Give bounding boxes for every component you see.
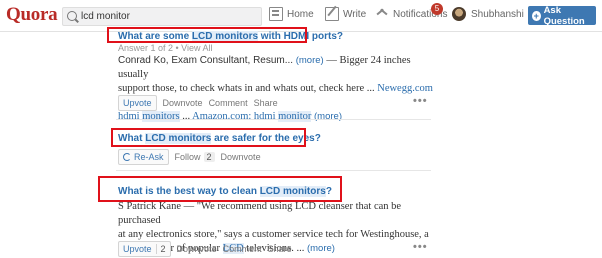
annotation-box bbox=[107, 27, 307, 43]
nav-home-label: Home bbox=[287, 8, 314, 20]
external-link[interactable]: Amazon.com: hdmi bbox=[192, 111, 278, 122]
overflow-menu-icon[interactable]: ••• bbox=[413, 241, 428, 253]
answer-text: at any electronics store," says a custom… bbox=[118, 229, 429, 240]
reask-button[interactable]: Re-Ask bbox=[118, 149, 169, 165]
reask-label: Re-Ask bbox=[134, 152, 164, 162]
upvote-button[interactable]: Upvote bbox=[118, 95, 157, 111]
downvote-button[interactable]: Downvote bbox=[177, 244, 217, 254]
answer-author[interactable]: Conrad Ko, Exam Consultant, Resum... bbox=[118, 55, 293, 66]
answer-meta[interactable]: Answer 1 of 2 • View All bbox=[118, 43, 213, 53]
notifications-icon bbox=[375, 7, 389, 21]
follow-count: 2 bbox=[203, 152, 215, 162]
share-button[interactable]: Share bbox=[268, 244, 292, 254]
answer-snippet: Conrad Ko, Exam Consultant, Resum... (mo… bbox=[118, 54, 438, 124]
avatar bbox=[452, 7, 466, 21]
upvote-label: Upvote bbox=[123, 244, 152, 254]
upvote-button[interactable]: Upvote 2 bbox=[118, 241, 171, 257]
search-highlight: monitors bbox=[142, 111, 180, 122]
question-actions: Re-Ask Follow 2 Downvote bbox=[118, 149, 267, 165]
user-name: Shubhanshi bbox=[471, 8, 524, 20]
divider bbox=[116, 170, 431, 171]
search-input[interactable]: lcd monitor bbox=[81, 11, 130, 22]
search-box[interactable]: lcd monitor bbox=[62, 7, 262, 26]
answer-text: ... bbox=[179, 111, 193, 122]
search-highlight: monitor bbox=[278, 111, 312, 122]
answer-text: support those, to check whats in and wha… bbox=[118, 83, 378, 94]
more-link[interactable]: (more) bbox=[314, 111, 342, 122]
answer-text: hdmi bbox=[118, 111, 143, 122]
downvote-button[interactable]: Downvote bbox=[221, 152, 261, 162]
search-icon bbox=[67, 11, 77, 21]
answer-actions: Upvote 2 Downvote Comment Share bbox=[118, 241, 298, 257]
upvote-count: 2 bbox=[155, 244, 166, 254]
nav-home[interactable]: Home bbox=[269, 7, 314, 21]
reask-icon bbox=[123, 153, 131, 161]
ask-question-button[interactable]: + Ask Question bbox=[528, 4, 596, 27]
follow-label: Follow bbox=[174, 152, 201, 162]
overflow-menu-icon[interactable]: ••• bbox=[413, 95, 428, 107]
notification-badge: 5 bbox=[431, 3, 443, 15]
divider bbox=[116, 119, 431, 120]
share-button[interactable]: Share bbox=[254, 98, 278, 108]
more-link[interactable]: (more) bbox=[296, 55, 324, 66]
comment-button[interactable]: Comment bbox=[209, 98, 248, 108]
nav-write[interactable]: Write bbox=[325, 7, 366, 21]
more-link[interactable]: (more) bbox=[307, 243, 335, 254]
home-icon bbox=[269, 7, 283, 21]
downvote-button[interactable]: Downvote bbox=[163, 98, 203, 108]
quora-logo[interactable]: Quora bbox=[6, 4, 58, 26]
comment-button[interactable]: Comment bbox=[223, 244, 262, 254]
pencil-icon bbox=[325, 7, 339, 21]
user-menu[interactable]: Shubhanshi bbox=[452, 7, 524, 21]
nav-write-label: Write bbox=[343, 8, 367, 20]
annotation-box bbox=[111, 128, 306, 147]
answer-text: S Patrick Kane — "We recommend using LCD… bbox=[118, 201, 402, 226]
ask-question-label: Ask Question bbox=[543, 4, 585, 27]
follow-button[interactable]: Follow 2 bbox=[175, 152, 215, 162]
answer-actions: Upvote Downvote Comment Share bbox=[118, 95, 284, 111]
plus-icon: + bbox=[532, 10, 541, 21]
annotation-box bbox=[98, 176, 342, 202]
